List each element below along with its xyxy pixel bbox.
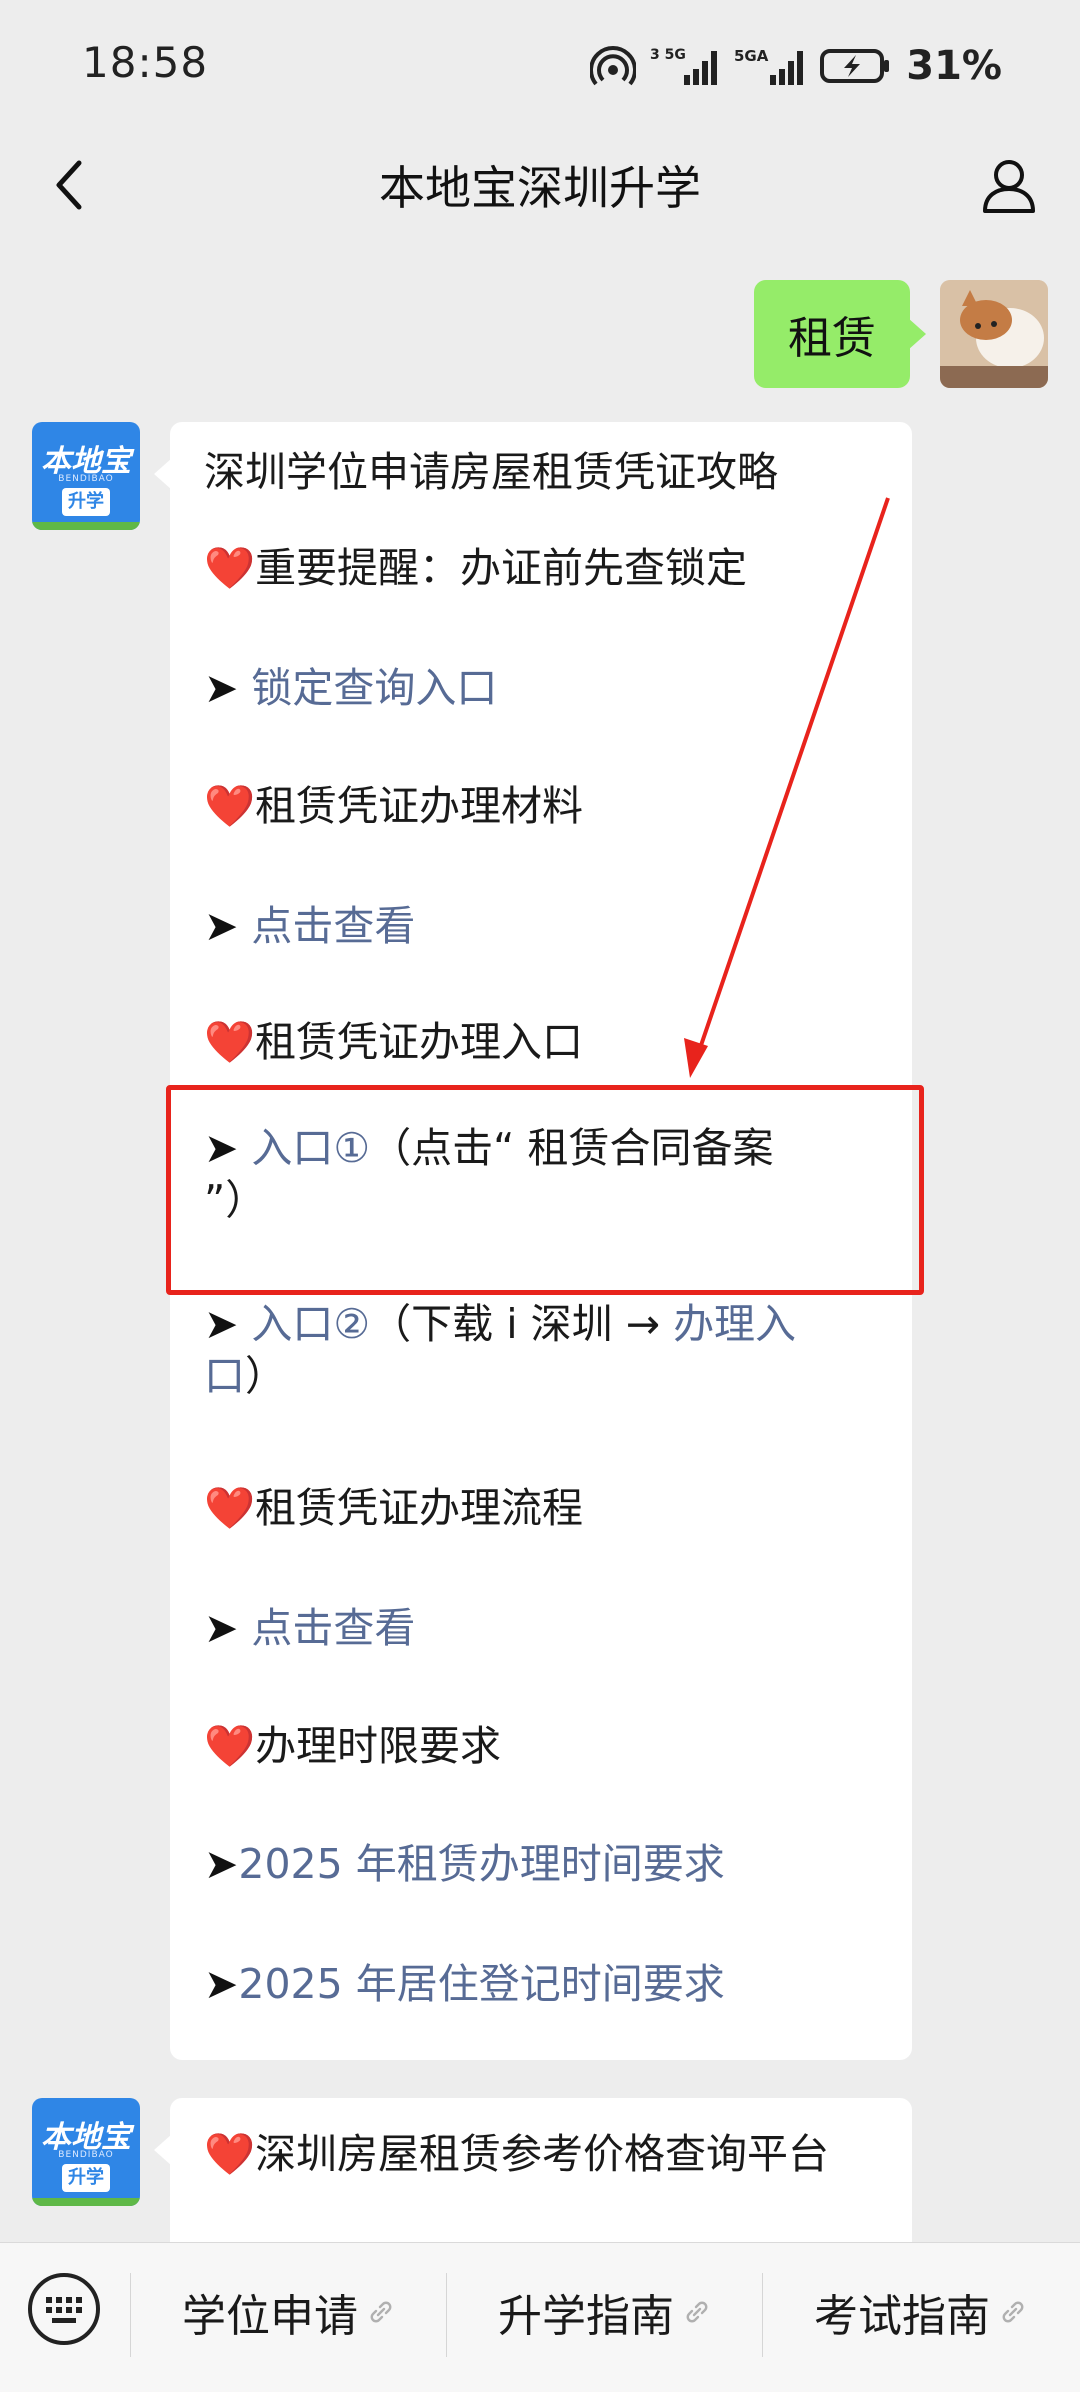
bot-avatar-badge: 升学 [62, 488, 110, 516]
heart-icon: ❤️ [204, 1722, 256, 1770]
residence-time-link[interactable]: 2025 年居住登记时间要求 [238, 1960, 724, 2008]
process-link-line: ➤ 点击查看 [204, 1602, 882, 1654]
keyboard-icon [28, 2273, 100, 2345]
battery-percent: 31% [906, 43, 1002, 89]
materials-link-line: ➤ 点击查看 [204, 900, 882, 952]
signal-5ga-icon: 5GA [734, 45, 806, 87]
arrow-icon: ➤ [204, 664, 239, 712]
handle-entry-link[interactable]: 办理入 [673, 1300, 796, 1348]
rental-time-link[interactable]: 2025 年租赁办理时间要求 [238, 1840, 724, 1888]
menu-item-school-application[interactable]: 学位申请 [132, 2267, 444, 2357]
user-icon [983, 160, 1035, 213]
entry-2-line: ➤ 入口②（下载 i 深圳 → 办理入 口） [204, 1300, 797, 1400]
bot-avatar-badge: 升学 [62, 2164, 110, 2192]
menu-item-admission-guide[interactable]: 升学指南 [448, 2267, 760, 2357]
arrow-icon: ➤ [204, 1960, 239, 2008]
rental-time-line: ➤2025 年租赁办理时间要求 [204, 1838, 882, 1890]
cat-photo [940, 280, 1048, 388]
bottom-menu: 学位申请 升学指南 考试指南 [0, 2242, 1080, 2392]
bot-avatar-sub: BENDIBAO [58, 474, 114, 484]
process-heading: ❤️租赁凭证办理流程 [204, 1484, 584, 1532]
nav-bar: 本地宝深圳升学 [0, 130, 1080, 240]
bot-avatar[interactable]: 本地宝 BENDIBAO 升学 [32, 2098, 140, 2206]
menu-item-exam-guide[interactable]: 考试指南 [764, 2267, 1076, 2357]
chat-screen: 18:58 3 5G 5GA 31% 本地宝深圳升学 租赁 本地宝 BENDIB… [0, 0, 1080, 2392]
menu-item-label: 学位申请 [182, 2291, 358, 2342]
arrow-icon: ➤ [204, 1604, 239, 1652]
menu-item-label: 升学指南 [498, 2291, 674, 2342]
menu-divider [446, 2273, 447, 2357]
heart-icon: ❤️ [204, 1484, 256, 1532]
bot-avatar-grass [32, 522, 140, 530]
hotspot-icon [590, 46, 637, 86]
link-icon [1000, 2299, 1026, 2325]
keyboard-toggle-button[interactable] [24, 2269, 104, 2349]
materials-heading: ❤️租赁凭证办理材料 [204, 782, 584, 830]
status-icons: 3 5G 5GA 31% [590, 42, 1002, 90]
view-process-link[interactable]: 点击查看 [251, 1604, 415, 1652]
link-icon [368, 2299, 394, 2325]
svg-text:5GA: 5GA [734, 47, 769, 65]
outgoing-text: 租赁 [788, 313, 876, 364]
user-avatar[interactable] [940, 280, 1048, 388]
message-title: 深圳学位申请房屋租赁凭证攻略 [204, 448, 778, 496]
lock-query-line: ➤ 锁定查询入口 [204, 662, 882, 714]
entry-2-link[interactable]: 入口② [251, 1300, 370, 1348]
lock-query-link[interactable]: 锁定查询入口 [251, 664, 497, 712]
profile-button[interactable] [974, 150, 1044, 220]
entry-heading: ❤️租赁凭证办理入口 [204, 1018, 584, 1066]
arrow-icon: ➤ [204, 1300, 239, 1348]
highlight-box [166, 1085, 924, 1295]
view-materials-link[interactable]: 点击查看 [251, 902, 415, 950]
page-title: 本地宝深圳升学 [379, 161, 701, 215]
link-icon [684, 2299, 710, 2325]
heart-icon: ❤️ [204, 2130, 256, 2178]
bot-avatar[interactable]: 本地宝 BENDIBAO 升学 [32, 422, 140, 530]
menu-divider [130, 2273, 131, 2357]
heart-icon: ❤️ [204, 782, 256, 830]
bot-avatar-sub: BENDIBAO [58, 2150, 114, 2160]
heart-icon: ❤️ [204, 1018, 256, 1066]
status-bar: 18:58 3 5G 5GA 31% [0, 0, 1080, 130]
handle-entry-link-cont[interactable]: 口 [204, 1352, 245, 1400]
arrow-icon: ➤ [204, 902, 239, 950]
bot-avatar-grass [32, 2198, 140, 2206]
arrow-icon: ➤ [204, 1840, 239, 1888]
battery-icon [820, 47, 892, 85]
signal-5g-icon: 3 5G [650, 45, 720, 87]
residence-time-line: ➤2025 年居住登记时间要求 [204, 1958, 882, 2010]
heart-icon: ❤️ [204, 544, 256, 592]
reminder-line: ❤️重要提醒：办证前先查锁定 [204, 544, 748, 592]
incoming-message-price[interactable]: ❤️深圳房屋租赁参考价格查询平台 [154, 2098, 912, 2258]
price-platform-line: ❤️深圳房屋租赁参考价格查询平台 [204, 2130, 830, 2178]
outgoing-message[interactable]: 租赁 [754, 280, 926, 388]
svg-text:3 5G: 3 5G [650, 47, 686, 63]
menu-item-label: 考试指南 [814, 2291, 990, 2342]
deadline-heading: ❤️办理时限要求 [204, 1722, 502, 1770]
menu-divider [762, 2273, 763, 2357]
status-time: 18:58 [82, 38, 209, 87]
